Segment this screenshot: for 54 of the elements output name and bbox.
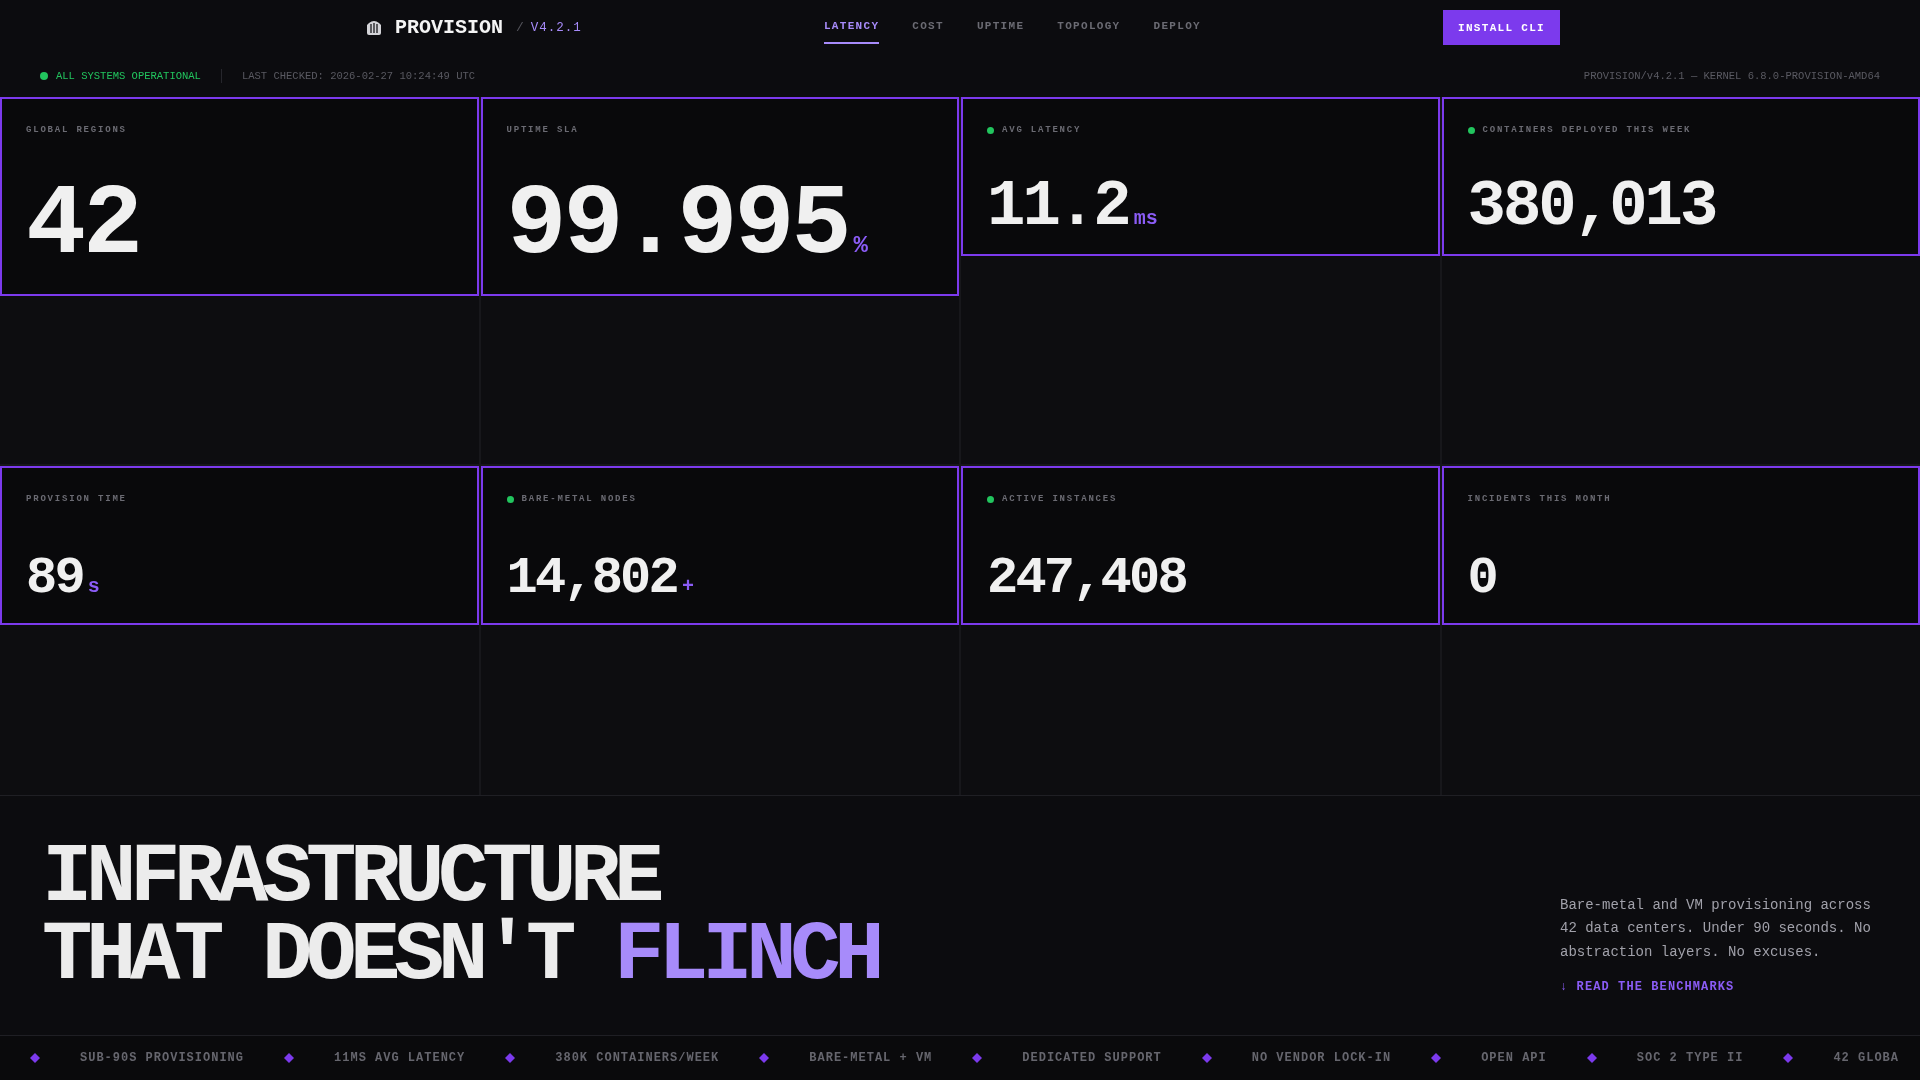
diamond-icon <box>759 1053 770 1063</box>
metric-unit: % <box>853 234 868 258</box>
brand-separator: / <box>516 20 524 35</box>
nav-tab[interactable]: TOPOLOGY <box>1057 11 1121 44</box>
hero-description: Bare-metal and VM provisioning across 42 data centers. Under 90 seconds. No abstraction layers. No excuses. <box>1560 895 1872 962</box>
ticker-item: SOC 2 TYPE II <box>1636 1051 1744 1065</box>
ticker-item: NO VENDOR LOCK-IN <box>1251 1051 1392 1065</box>
version-label: V4.2.1 <box>530 20 582 35</box>
diamond-icon <box>1586 1053 1597 1063</box>
metric-value: 247,408 <box>987 553 1186 605</box>
diamond-icon <box>972 1053 983 1063</box>
ticker-item: BARE-METAL + VM <box>809 1051 933 1065</box>
metric-label: CONTAINERS DEPLOYED THIS WEEK <box>1482 124 1692 136</box>
nav-tab[interactable]: LATENCY <box>823 11 880 44</box>
metric-value: 380,013 <box>1467 175 1716 239</box>
brand-name: PROVISION <box>395 16 504 39</box>
status-text: ALL SYSTEMS OPERATIONAL <box>56 70 201 82</box>
ticker-item: 42 GLOBA <box>1833 1051 1899 1065</box>
build-info-text: PROVISION/v4.2.1 — KERNEL 6.8.0-PROVISION-AMD64 <box>1583 70 1880 82</box>
logo-icon <box>366 19 382 36</box>
metric-label: BARE-METAL NODES <box>521 493 637 505</box>
ticker-item: 11MS AVG LATENCY <box>334 1051 466 1065</box>
benchmarks-link[interactable]: ↓ READ THE BENCHMARKS <box>1560 979 1735 995</box>
ticker-item: 380K CONTAINERS/WEEK <box>555 1051 720 1065</box>
metric-label: AVG LATENCY <box>1002 124 1082 136</box>
ticker-item: OPEN API <box>1481 1051 1547 1065</box>
nav-tab[interactable]: DEPLOY <box>1153 11 1201 44</box>
diamond-icon <box>1783 1053 1794 1063</box>
metric-value: 11.2 <box>987 175 1129 239</box>
nav-tab[interactable]: UPTIME <box>976 11 1025 44</box>
metric-unit: + <box>681 577 694 597</box>
metric-label: GLOBAL REGIONS <box>26 124 127 136</box>
ticker-item: DEDICATED SUPPORT <box>1022 1051 1162 1065</box>
metric-value: 89 <box>26 553 83 605</box>
nav-tab[interactable]: COST <box>912 11 944 44</box>
install-cli-button[interactable]: INSTALL CLI <box>1443 10 1560 45</box>
ticker-item: SUB-90S PROVISIONING <box>80 1051 245 1065</box>
metric-unit: s <box>87 577 100 597</box>
diamond-icon <box>1431 1053 1442 1063</box>
metric-unit: ms <box>1133 209 1158 229</box>
metric-label: INCIDENTS THIS MONTH <box>1467 493 1612 505</box>
diamond-icon <box>30 1053 40 1063</box>
diamond-icon <box>284 1053 295 1063</box>
metric-value: 42 <box>26 176 141 276</box>
metric-value: 99.995 <box>506 176 849 276</box>
metric-label: UPTIME SLA <box>506 124 579 136</box>
metric-label: ACTIVE INSTANCES <box>1002 493 1118 505</box>
hero-headline: INFRASTRUCTURE THAT DOESN'T FLINCH <box>42 839 879 995</box>
diamond-icon <box>505 1053 516 1063</box>
last-checked-text: LAST CHECKED: 2026-02-27 10:24:49 UTC <box>241 70 476 82</box>
metric-value: 14,802 <box>506 553 677 605</box>
metric-label: PROVISION TIME <box>26 493 127 505</box>
metric-value: 0 <box>1467 553 1496 605</box>
diamond-icon <box>1201 1053 1212 1063</box>
